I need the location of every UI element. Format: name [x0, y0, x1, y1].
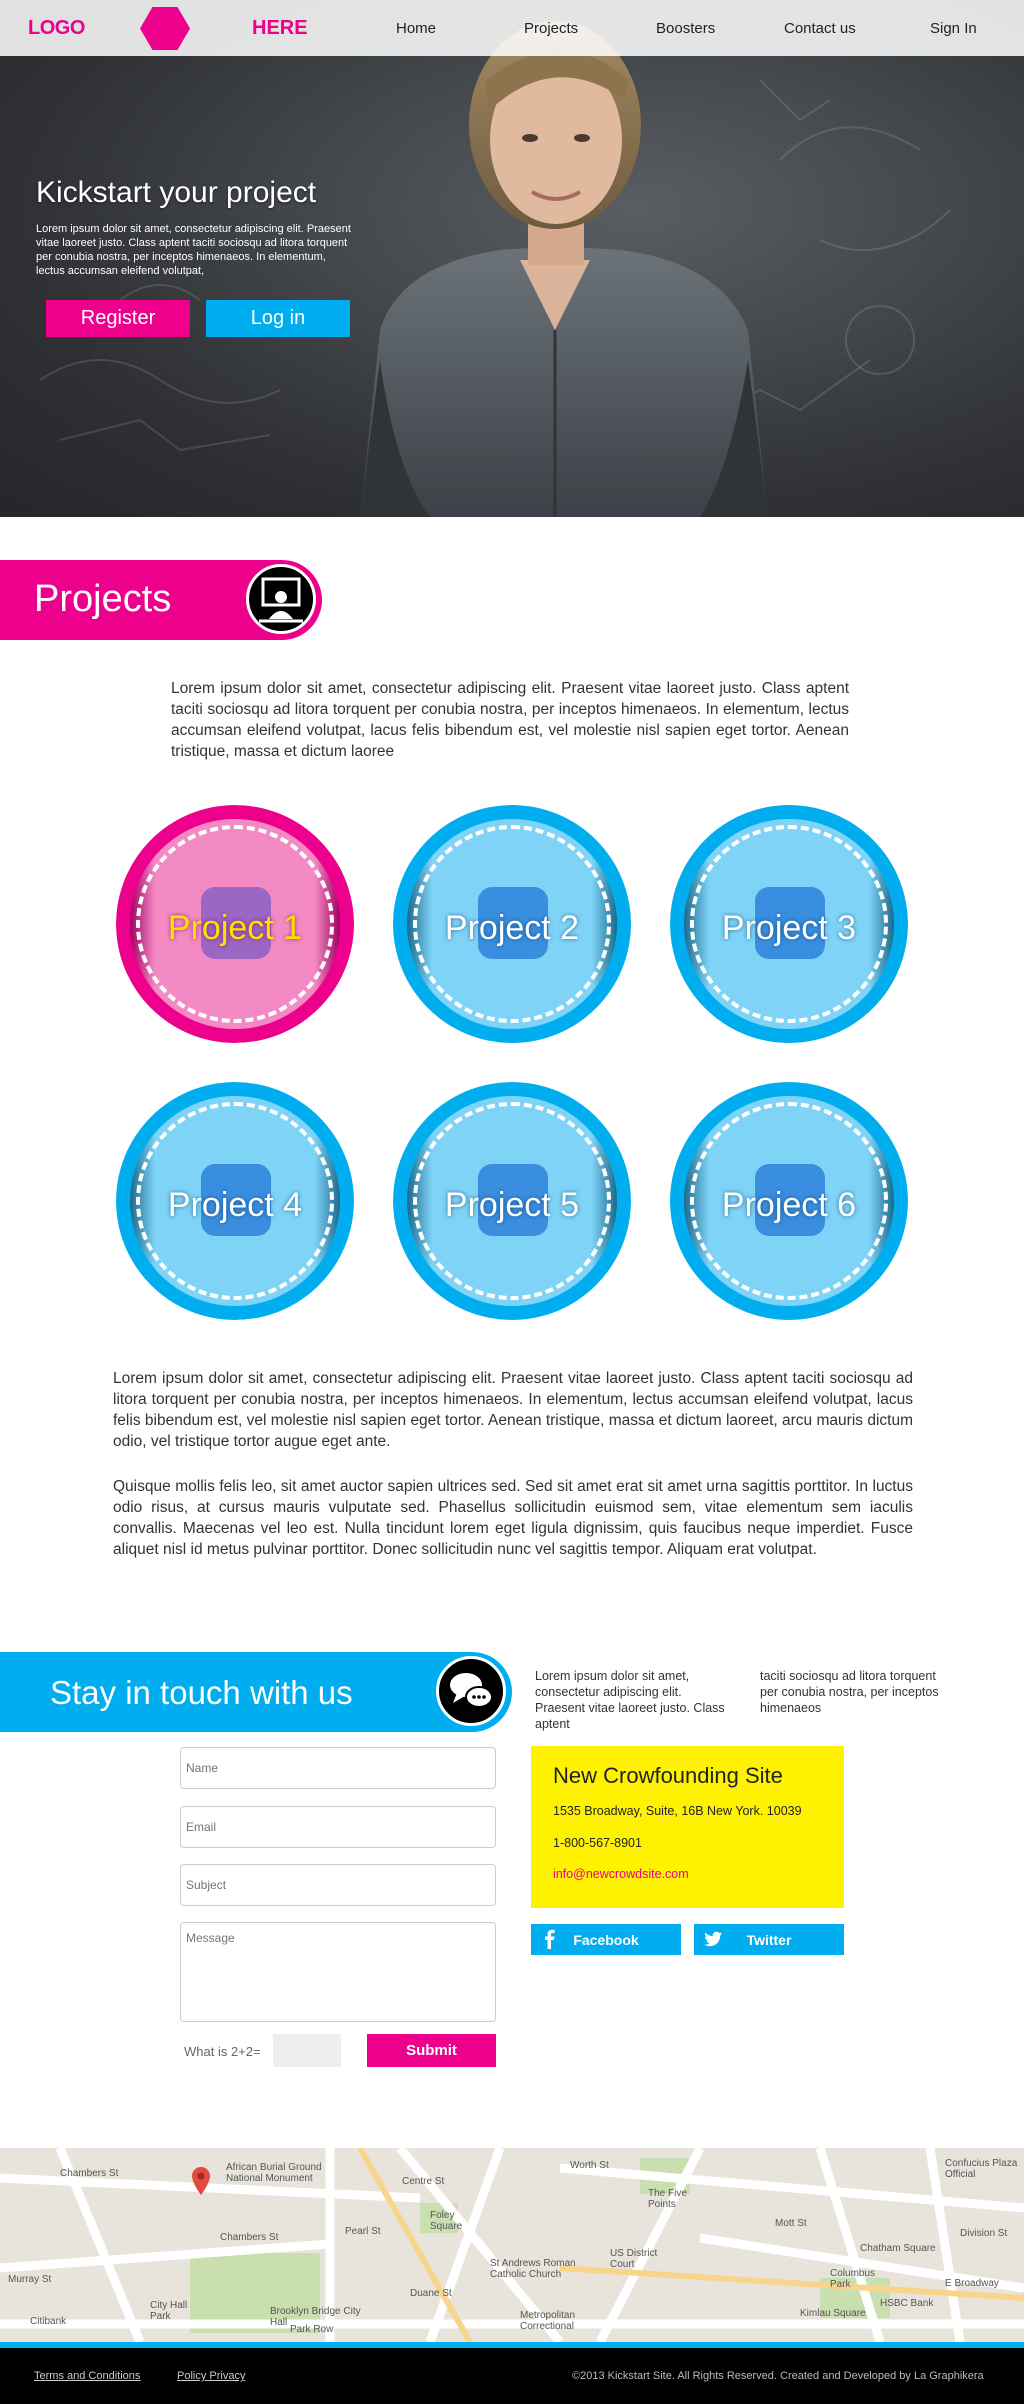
projects-intro-text: Lorem ipsum dolor sit amet, consectetur …: [171, 680, 849, 760]
logo-text-left[interactable]: LOGO: [28, 17, 85, 40]
map-label: The Five Points: [648, 2188, 687, 2210]
map-label: Murray St: [8, 2274, 52, 2285]
contact-title: Stay in touch with us: [50, 1674, 353, 1711]
map-label: Mott St: [775, 2218, 807, 2229]
location-map[interactable]: Chambers St African Burial Ground Nation…: [0, 2148, 1024, 2342]
facebook-button[interactable]: Facebook: [531, 1924, 681, 1955]
phone-text: 1-800-567-8901: [553, 1836, 642, 1850]
map-label: Metropolitan Correctional: [520, 2310, 576, 2332]
contact-header-bar: Stay in touch with us: [0, 1652, 512, 1732]
twitter-button[interactable]: Twitter: [694, 1924, 844, 1955]
nav-contact-us[interactable]: Contact us: [784, 20, 856, 37]
twitter-label: Twitter: [746, 1932, 792, 1948]
projects-paragraph-2: Quisque mollis felis leo, sit amet aucto…: [113, 1478, 913, 1558]
contact-text-column-2: taciti sociosqu ad litora torquent per c…: [760, 1669, 939, 1715]
map-label: Pearl St: [345, 2226, 381, 2237]
submit-button[interactable]: Submit: [367, 2034, 496, 2067]
map-label: US District Court: [610, 2248, 658, 2270]
map-label: E Broadway: [945, 2278, 999, 2289]
contact-info-box: New Crowfounding Site 1535 Broadway, Sui…: [531, 1746, 844, 1908]
address-text: 1535 Broadway, Suite, 16B New York. 1003…: [553, 1804, 802, 1818]
map-label: Park Row: [290, 2324, 334, 2335]
terms-link[interactable]: Terms and Conditions: [34, 2370, 140, 2382]
map-label: HSBC Bank: [880, 2298, 934, 2309]
project-label: Project 4: [167, 1186, 303, 1224]
logo-text-right[interactable]: HERE: [252, 17, 308, 40]
name-field[interactable]: [180, 1747, 496, 1789]
map-label: Foley Square: [430, 2210, 463, 2232]
email-link[interactable]: info@newcrowdsite.com: [553, 1867, 689, 1881]
projects-header-bar: Projects: [0, 560, 322, 640]
hero-banner: LOGO HERE Home Projects Boosters Contact…: [0, 0, 1024, 517]
map-label: Chambers St: [220, 2232, 279, 2243]
nav-home[interactable]: Home: [396, 20, 436, 37]
project-label: Project 3: [721, 909, 857, 947]
map-label: Centre St: [402, 2176, 445, 2187]
map-marker-icon[interactable]: [190, 2166, 212, 2196]
logo-hexagon-icon[interactable]: [140, 7, 190, 50]
subject-field[interactable]: [180, 1864, 496, 1906]
map-label: Confucius Plaza Official: [945, 2158, 1018, 2180]
login-button[interactable]: Log in: [206, 300, 350, 337]
project-label: Project 6: [721, 1186, 857, 1224]
map-label: Kimlau Square: [800, 2308, 866, 2319]
project-label: Project 1: [167, 909, 303, 947]
footer: Terms and Conditions Policy Privacy ©201…: [0, 2348, 1024, 2404]
projects-paragraph-1: Lorem ipsum dolor sit amet, consectetur …: [113, 1370, 913, 1450]
project-card-3[interactable]: Project 3: [670, 805, 908, 1043]
map-label: Columbus Park: [830, 2268, 876, 2290]
map-label: St Andrews Roman Catholic Church: [490, 2258, 576, 2280]
contact-text-column-1: Lorem ipsum dolor sit amet, consectetur …: [535, 1669, 725, 1731]
map-label: Chatham Square: [860, 2243, 936, 2254]
message-field[interactable]: [180, 1922, 496, 2022]
nav-projects[interactable]: Projects: [524, 20, 578, 37]
project-card-6[interactable]: Project 6: [670, 1082, 908, 1320]
facebook-label: Facebook: [573, 1932, 639, 1948]
hero-text: Lorem ipsum dolor sit amet, consectetur …: [36, 223, 351, 277]
map-label: Chambers St: [60, 2168, 119, 2179]
project-card-4[interactable]: Project 4: [116, 1082, 354, 1320]
register-button[interactable]: Register: [46, 300, 190, 337]
project-card-5[interactable]: Project 5: [393, 1082, 631, 1320]
project-card-1[interactable]: Project 1: [116, 805, 354, 1043]
presenter-icon: [246, 564, 316, 634]
privacy-link[interactable]: Policy Privacy: [177, 2370, 245, 2382]
top-navigation: LOGO HERE Home Projects Boosters Contact…: [0, 0, 1024, 56]
captcha-input[interactable]: [273, 2034, 341, 2067]
map-label: Worth St: [570, 2160, 609, 2171]
map-label: Duane St: [410, 2288, 452, 2299]
project-card-2[interactable]: Project 2: [393, 805, 631, 1043]
email-field[interactable]: [180, 1806, 496, 1848]
chat-bubbles-icon: [436, 1656, 506, 1726]
map-label: City Hall Park: [150, 2300, 188, 2322]
map-label: Division St: [960, 2228, 1008, 2239]
project-label: Project 5: [444, 1186, 580, 1224]
nav-boosters[interactable]: Boosters: [656, 20, 715, 37]
hero-title: Kickstart your project: [36, 176, 317, 209]
copyright-text: ©2013 Kickstart Site. All Rights Reserve…: [572, 2370, 984, 2382]
map-label: Citibank: [30, 2316, 67, 2327]
captcha-label: What is 2+2=: [184, 2044, 261, 2059]
map-label: African Burial Ground National Monument: [226, 2162, 322, 2184]
project-label: Project 2: [444, 909, 580, 947]
projects-title: Projects: [34, 578, 172, 620]
nav-sign-in[interactable]: Sign In: [930, 20, 977, 37]
site-name: New Crowfounding Site: [553, 1763, 783, 1788]
